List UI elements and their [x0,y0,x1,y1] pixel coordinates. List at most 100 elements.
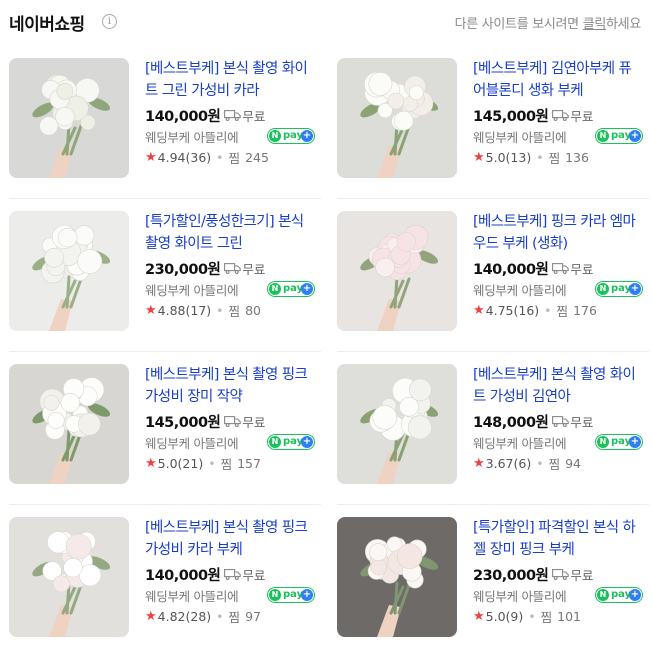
product-image[interactable] [9,211,129,331]
zzim-label: 찜 [556,304,569,319]
seller-name[interactable]: 웨딩부케 아뜰리에 [145,283,239,298]
product-image[interactable] [337,517,457,637]
product-title-link[interactable]: [특가할인/풍성한크기] 본식 촬영 화이트 그린 [145,211,315,255]
price-row: 140,000원 무료 [473,258,643,278]
star-icon: ★ [473,456,485,471]
separator-dot: • [208,456,216,471]
product-title-link[interactable]: [베스트부케] 본식 촬영 핑크 가성비 장미 작약 [145,364,315,408]
rating-row: ★ 4.82 (28) • 찜 97 [145,607,315,626]
product-price: 230,000원 [473,567,549,584]
truck-icon [552,110,570,121]
price-row: 140,000원 무료 [145,564,315,584]
rating-row: ★ 3.67 (6) • 찜 94 [473,454,643,473]
rating-score: 5.0 [485,150,506,165]
truck-icon [552,416,570,427]
naver-pay-badge: N pay + [267,128,315,144]
seller-row: 웨딩부케 아뜰리에 N pay + [145,280,315,299]
star-icon: ★ [145,456,157,471]
star-icon: ★ [473,150,485,165]
truck-icon [552,569,570,580]
product-image[interactable] [337,58,457,178]
zzim-label: 찜 [548,151,561,166]
npay-n-icon: N [597,283,609,295]
rating-score: 5.0 [157,456,178,471]
npay-plus-icon: + [629,436,641,448]
product-card: [베스트부케] 김연아부케 퓨어블론디 생화 부케 145,000원 무료 웨딩… [337,46,649,199]
rating-row: ★ 4.94 (36) • 찜 245 [145,148,315,167]
product-title-link[interactable]: [베스트부케] 본식 촬영 화이트 가성비 김연아 [473,364,643,408]
price-row: 148,000원 무료 [473,411,643,431]
product-title-link[interactable]: [베스트부케] 김연아부케 퓨어블론디 생화 부케 [473,58,643,102]
truck-icon [224,263,242,274]
notice-suffix: 하세요 [606,17,641,32]
shipping-text: 무료 [242,108,266,124]
seller-name[interactable]: 웨딩부케 아뜰리에 [473,283,567,298]
shipping-text: 무료 [570,414,594,430]
product-info: [베스트부케] 핑크 카라 엠마우드 부케 (생화) 140,000원 무료 웨… [473,211,643,320]
seller-row: 웨딩부케 아뜰리에 N pay + [473,586,643,605]
truck-icon [224,110,242,121]
npay-n-icon: N [597,589,609,601]
rating-row: ★ 5.0 (13) • 찜 136 [473,148,643,167]
product-image[interactable] [337,364,457,484]
section-title: 네이버쇼핑 [9,15,85,35]
rating-row: ★ 4.88 (17) • 찜 80 [145,301,315,320]
shipping-text: 무료 [570,567,594,583]
seller-name[interactable]: 웨딩부케 아뜰리에 [145,436,239,451]
product-image[interactable] [9,364,129,484]
zzim-label: 찜 [548,457,561,472]
product-card: [베스트부케] 본식 촬영 화이트 가성비 김연아 148,000원 무료 웨딩… [337,352,649,505]
naver-pay-badge: N pay + [595,434,643,450]
product-info: [특가할인] 파격할인 본식 하젤 장미 핑크 부케 230,000원 무료 웨… [473,517,643,626]
seller-name[interactable]: 웨딩부케 아뜰리에 [145,130,239,145]
seller-row: 웨딩부케 아뜰리에 N pay + [473,127,643,146]
product-title-link[interactable]: [베스트부케] 핑크 카라 엠마우드 부케 (생화) [473,211,643,255]
npay-plus-icon: + [301,589,313,601]
product-price: 230,000원 [145,261,221,278]
seller-name[interactable]: 웨딩부케 아뜰리에 [473,589,567,604]
seller-name[interactable]: 웨딩부케 아뜰리에 [473,436,567,451]
product-info: [특가할인/풍성한크기] 본식 촬영 화이트 그린 230,000원 무료 웨딩… [145,211,315,320]
shipping-text: 무료 [242,414,266,430]
rating-row: ★ 5.0 (9) • 찜 101 [473,607,643,626]
shipping-text: 무료 [242,261,266,277]
product-price: 145,000원 [473,108,549,125]
separator-dot: • [536,456,544,471]
product-card: [베스트부케] 본식 촬영 핑크 가성비 장미 작약 145,000원 무료 웨… [9,352,321,505]
product-image[interactable] [337,211,457,331]
npay-plus-icon: + [301,130,313,142]
product-info: [베스트부케] 김연아부케 퓨어블론디 생화 부케 145,000원 무료 웨딩… [473,58,643,167]
zzim-count: 136 [565,150,589,165]
product-title-link[interactable]: [베스트부케] 본식 촬영 핑크 가성비 카라 부케 [145,517,315,561]
seller-name[interactable]: 웨딩부케 아뜰리에 [473,130,567,145]
product-title-link[interactable]: [베스트부케] 본식 촬영 화이트 그린 가성비 카라 [145,58,315,102]
rating-score: 4.82 [157,609,186,624]
product-image[interactable] [9,517,129,637]
truck-icon [552,263,570,274]
product-card: [베스트부케] 본식 촬영 화이트 그린 가성비 카라 140,000원 무료 … [9,46,321,199]
rating-row: ★ 4.75 (16) • 찜 176 [473,301,643,320]
zzim-count: 94 [565,456,582,471]
seller-name[interactable]: 웨딩부케 아뜰리에 [145,589,239,604]
notice-link[interactable]: 클릭 [583,17,607,32]
product-title-link[interactable]: [특가할인] 파격할인 본식 하젤 장미 핑크 부케 [473,517,643,561]
naver-pay-badge: N pay + [267,281,315,297]
npay-n-icon: N [269,130,281,142]
product-price: 148,000원 [473,414,549,431]
seller-row: 웨딩부케 아뜰리에 N pay + [473,433,643,452]
npay-plus-icon: + [629,130,641,142]
product-image[interactable] [9,58,129,178]
rating-score: 5.0 [485,609,506,624]
info-icon[interactable]: i [102,14,117,29]
separator-dot: • [216,150,224,165]
star-icon: ★ [145,303,157,318]
product-card: [특가할인] 파격할인 본식 하젤 장미 핑크 부케 230,000원 무료 웨… [337,505,649,658]
shipping-text: 무료 [570,261,594,277]
seller-row: 웨딩부케 아뜰리에 N pay + [145,433,315,452]
rating-score: 3.67 [485,456,514,471]
product-price: 145,000원 [145,414,221,431]
product-card: [베스트부케] 핑크 카라 엠마우드 부케 (생화) 140,000원 무료 웨… [337,199,649,352]
product-price: 140,000원 [145,108,221,125]
npay-plus-icon: + [629,283,641,295]
review-count: (36) [185,150,212,165]
